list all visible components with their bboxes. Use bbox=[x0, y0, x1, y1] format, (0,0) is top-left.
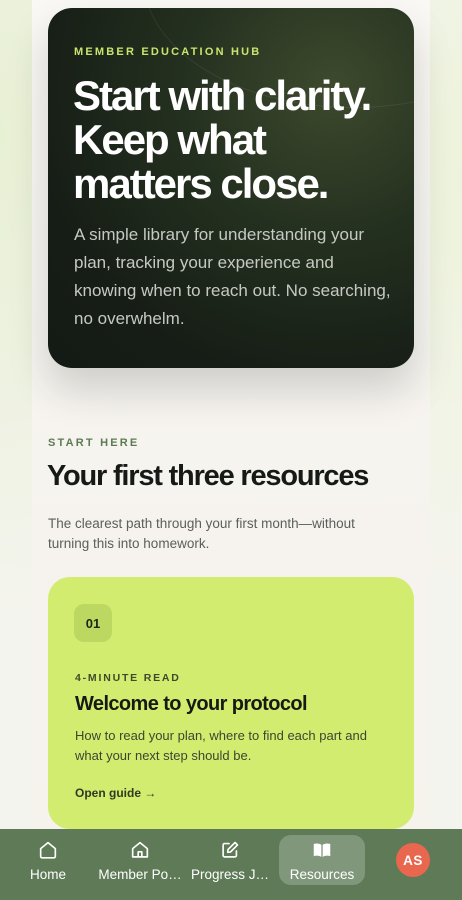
nav-item-resources[interactable]: Resources bbox=[279, 829, 365, 900]
hero-card: MEMBER EDUCATION HUB Start with clarity.… bbox=[48, 8, 414, 368]
hero-eyebrow: MEMBER EDUCATION HUB bbox=[74, 46, 262, 58]
bottom-navigation: Home Member Po… Progress J… Resources AS bbox=[0, 829, 462, 900]
hero-description: A simple library for understanding your … bbox=[74, 225, 391, 328]
nav-item-progress-journal[interactable]: Progress J… bbox=[186, 829, 274, 900]
book-icon bbox=[313, 843, 331, 857]
hero-title-line: Start with clarity. bbox=[73, 72, 372, 119]
nav-label: Progress J… bbox=[190, 867, 270, 882]
edit-icon bbox=[222, 841, 239, 858]
resource-title: Welcome to your protocol bbox=[75, 693, 308, 715]
nav-label: Member Po… bbox=[98, 867, 182, 882]
hero-title: Start with clarity. Keep what matters cl… bbox=[73, 74, 393, 206]
nav-label: Resources bbox=[289, 867, 355, 882]
section-description: The clearest path through your first mon… bbox=[48, 516, 355, 551]
home-icon bbox=[39, 841, 57, 859]
resource-description: How to read your plan, where to find eac… bbox=[75, 728, 367, 763]
open-guide-link[interactable]: Open guide → bbox=[75, 786, 156, 800]
nav-label: Home bbox=[29, 867, 66, 882]
resource-card[interactable]: 01 4-MINUTE READ Welcome to your protoco… bbox=[48, 577, 414, 829]
section-title: Your first three resources bbox=[47, 460, 369, 492]
resource-read-time: 4-MINUTE READ bbox=[75, 672, 181, 684]
nav-item-member-portal[interactable]: Member Po… bbox=[96, 829, 184, 900]
hero-title-line: Keep what bbox=[73, 116, 267, 163]
resource-number-badge: 01 bbox=[74, 604, 112, 642]
user-avatar[interactable]: AS bbox=[396, 843, 430, 877]
nav-item-home[interactable]: Home bbox=[22, 829, 74, 900]
house-icon bbox=[131, 841, 149, 858]
section-eyebrow: START HERE bbox=[48, 437, 140, 449]
hero-title-line: matters close. bbox=[73, 160, 329, 207]
